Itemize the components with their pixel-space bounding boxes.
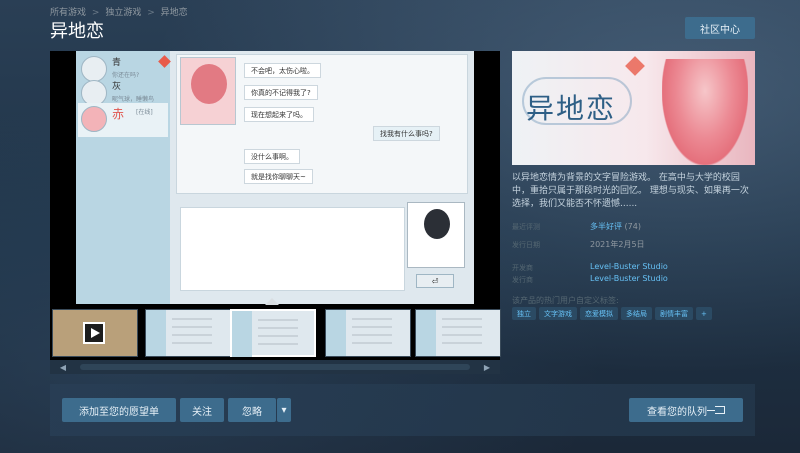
message-input-area — [180, 207, 405, 291]
breadcrumb-separator: > — [147, 8, 155, 18]
thumbnail-panel — [232, 311, 252, 357]
diamond-icon — [625, 56, 645, 76]
message-bubble: 就是找你聊聊天~ — [244, 169, 313, 184]
thumbnail-scrollbar[interactable]: ◀ ▶ — [50, 360, 500, 374]
message-bubble: 你真的不记得我了? — [244, 85, 318, 100]
view-queue-label: 查看您的队列 — [647, 406, 707, 418]
contact-row: 赤 [在线] — [78, 103, 168, 137]
tags-label: 该产品的热门用户自定义标签: — [512, 296, 619, 305]
selected-thumbnail-pointer — [265, 298, 279, 305]
thumbnail-strip — [50, 304, 501, 360]
tag[interactable]: 文字游戏 — [539, 307, 577, 320]
release-date: 2021年2月5日 — [590, 240, 645, 249]
publisher-link[interactable]: Level-Buster Studio — [590, 274, 668, 283]
scroll-thumb[interactable] — [80, 364, 470, 370]
action-bar: 添加至您的愿望单 关注 忽略 ▾ 查看您的队列 — [50, 384, 755, 436]
recent-reviews-label: 最近评测 — [512, 223, 540, 231]
breadcrumb-current[interactable]: 异地恋 — [161, 8, 188, 18]
thumbnail[interactable] — [325, 309, 411, 357]
message-bubble: 现在想起来了吗。 — [244, 107, 314, 122]
arrow-right-icon — [707, 406, 725, 414]
tag[interactable]: 多结局 — [621, 307, 652, 320]
developer-label: 开发商 — [512, 264, 533, 272]
contact-name: 灰 — [112, 82, 122, 92]
diamond-icon — [158, 55, 171, 68]
ignore-button[interactable]: 忽略 — [228, 398, 276, 422]
contact-status: [在线] — [136, 109, 153, 116]
contact-status: 昵气球，睡懒鸟 — [112, 96, 155, 103]
contact-name: 青 — [112, 58, 122, 68]
review-value: 多半好评 — [590, 222, 622, 231]
contact-list: 青 你还在吗? 灰 昵气球，睡懒鸟 赤 [在线] — [76, 51, 171, 304]
header-capsule-image: 异地恋 — [512, 51, 755, 165]
thumbnail-lines — [172, 318, 212, 320]
tag[interactable]: 剧情丰富 — [655, 307, 693, 320]
character-portrait — [180, 57, 236, 125]
thumbnail-lines — [442, 318, 482, 320]
send-icon: ⏎ — [416, 274, 454, 288]
character-art — [662, 59, 748, 165]
thumbnail-panel — [326, 310, 346, 356]
release-date-label: 发行日期 — [512, 241, 540, 249]
scroll-left-icon[interactable]: ◀ — [50, 360, 76, 374]
breadcrumb-indie[interactable]: 独立游戏 — [105, 8, 141, 18]
thumbnail[interactable] — [415, 309, 501, 357]
follow-button[interactable]: 关注 — [180, 398, 224, 422]
thumbnail-lines — [352, 318, 392, 320]
thumbnail[interactable] — [145, 309, 231, 357]
media-viewer[interactable]: 青 你还在吗? 灰 昵气球，睡懒鸟 赤 [在线] 不会吧，太伤心啦。 你真的不记… — [50, 51, 500, 304]
thumbnail-panel — [146, 310, 166, 356]
review-count: (74) — [624, 222, 641, 231]
message-bubble: 没什么事啊。 — [244, 149, 300, 164]
game-description: 以异地恋情为背景的文字冒险游戏。 在高中与大学的校园中，重拾只属于那段时光的回忆… — [512, 173, 749, 209]
thumbnail-lines — [258, 319, 298, 321]
thumbnail-selected[interactable] — [230, 309, 316, 357]
developer-link[interactable]: Level-Buster Studio — [590, 262, 668, 271]
thumbnail-panel — [416, 310, 436, 356]
thumbnail-video[interactable] — [52, 309, 138, 357]
community-hub-button[interactable]: 社区中心 — [685, 17, 755, 39]
message-bubble: 找我有什么事吗? — [373, 126, 440, 141]
game-screenshot: 青 你还在吗? 灰 昵气球，睡懒鸟 赤 [在线] 不会吧，太伤心啦。 你真的不记… — [76, 51, 474, 304]
game-logo: 异地恋 — [526, 92, 617, 125]
player-portrait — [407, 202, 465, 268]
tag[interactable]: 独立 — [512, 307, 536, 320]
play-icon — [83, 322, 105, 344]
page-title: 异地恋 — [50, 21, 104, 42]
review-summary[interactable]: 多半好评 (74) — [590, 221, 641, 232]
more-tags-button[interactable]: + — [696, 307, 712, 320]
contact-name: 赤 — [112, 107, 125, 121]
tag-list: 独立 文字游戏 恋爱模拟 多结局 剧情丰富 + — [512, 307, 712, 320]
message-bubble: 不会吧，太伤心啦。 — [244, 63, 321, 78]
add-to-wishlist-button[interactable]: 添加至您的愿望单 — [62, 398, 176, 422]
chevron-down-icon[interactable]: ▾ — [277, 398, 291, 422]
publisher-label: 发行商 — [512, 276, 533, 284]
avatar — [81, 106, 107, 132]
scroll-right-icon[interactable]: ▶ — [474, 360, 500, 374]
tag[interactable]: 恋爱模拟 — [580, 307, 618, 320]
view-queue-button[interactable]: 查看您的队列 — [629, 398, 743, 422]
